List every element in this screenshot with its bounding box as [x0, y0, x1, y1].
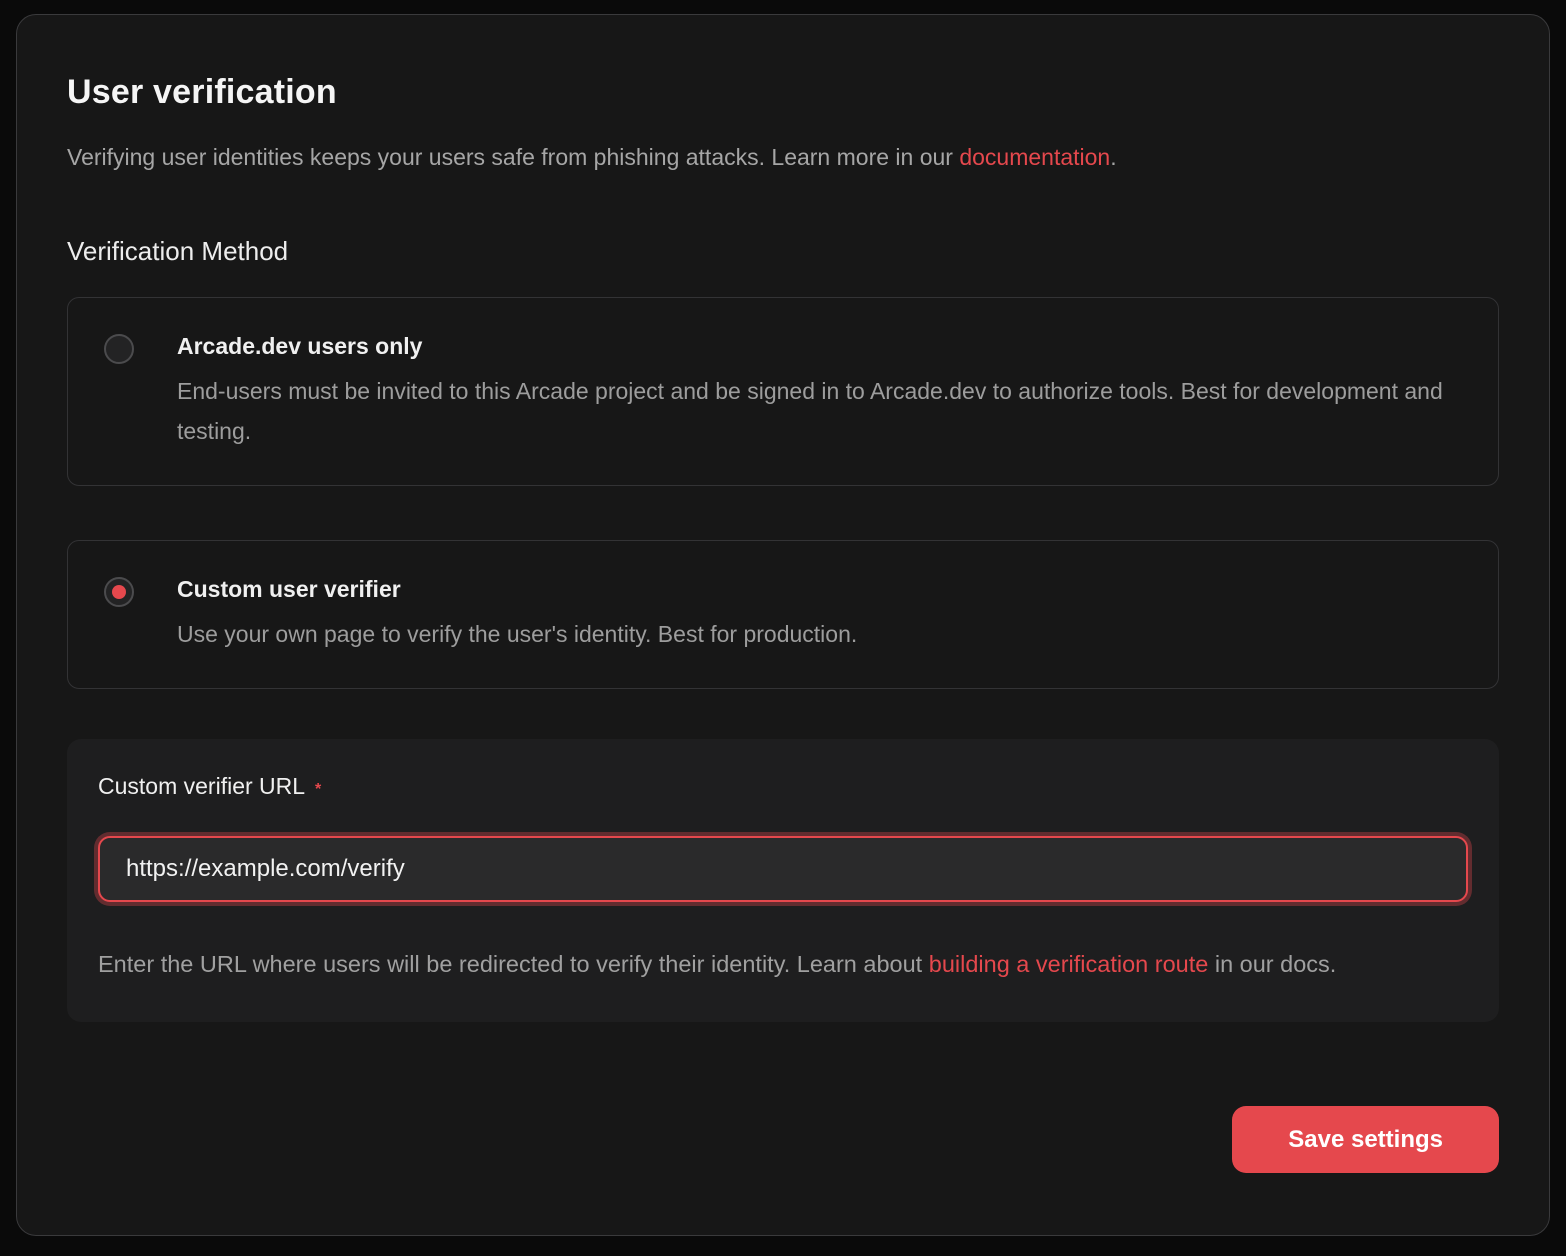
save-settings-button[interactable]: Save settings: [1232, 1106, 1499, 1173]
option-description: End-users must be invited to this Arcade…: [177, 371, 1462, 451]
option-label: Custom user verifier: [177, 575, 857, 603]
help-text-before: Enter the URL where users will be redire…: [98, 951, 929, 977]
verification-method-heading: Verification Method: [67, 236, 1499, 267]
option-text: Custom user verifier Use your own page t…: [177, 575, 857, 654]
custom-verifier-url-label: Custom verifier URL: [98, 773, 305, 799]
option-custom-user-verifier[interactable]: Custom user verifier Use your own page t…: [67, 540, 1499, 689]
subtitle-text-after: .: [1110, 144, 1116, 170]
subtitle-text: Verifying user identities keeps your use…: [67, 144, 959, 170]
radio-icon[interactable]: [104, 577, 134, 607]
actions-row: Save settings: [67, 1106, 1499, 1173]
radio-icon[interactable]: [104, 334, 134, 364]
custom-verifier-url-input[interactable]: [98, 836, 1468, 902]
option-text: Arcade.dev users only End-users must be …: [177, 332, 1462, 451]
option-label: Arcade.dev users only: [177, 332, 1462, 360]
custom-verifier-url-panel: Custom verifier URL * Enter the URL where…: [67, 739, 1499, 1022]
verification-route-docs-link[interactable]: building a verification route: [929, 951, 1209, 977]
option-arcade-users-only[interactable]: Arcade.dev users only End-users must be …: [67, 297, 1499, 486]
settings-page: User verification Verifying user identit…: [0, 0, 1566, 1256]
option-description: Use your own page to verify the user's i…: [177, 614, 857, 654]
help-text-after: in our docs.: [1208, 951, 1336, 977]
page-title: User verification: [67, 73, 1499, 112]
user-verification-card: User verification Verifying user identit…: [16, 14, 1550, 1236]
url-help-text: Enter the URL where users will be redire…: [98, 944, 1458, 984]
page-subtitle: Verifying user identities keeps your use…: [67, 142, 1499, 172]
field-label-row: Custom verifier URL *: [98, 773, 1468, 800]
documentation-link[interactable]: documentation: [959, 144, 1110, 170]
required-asterisk: *: [315, 781, 321, 798]
